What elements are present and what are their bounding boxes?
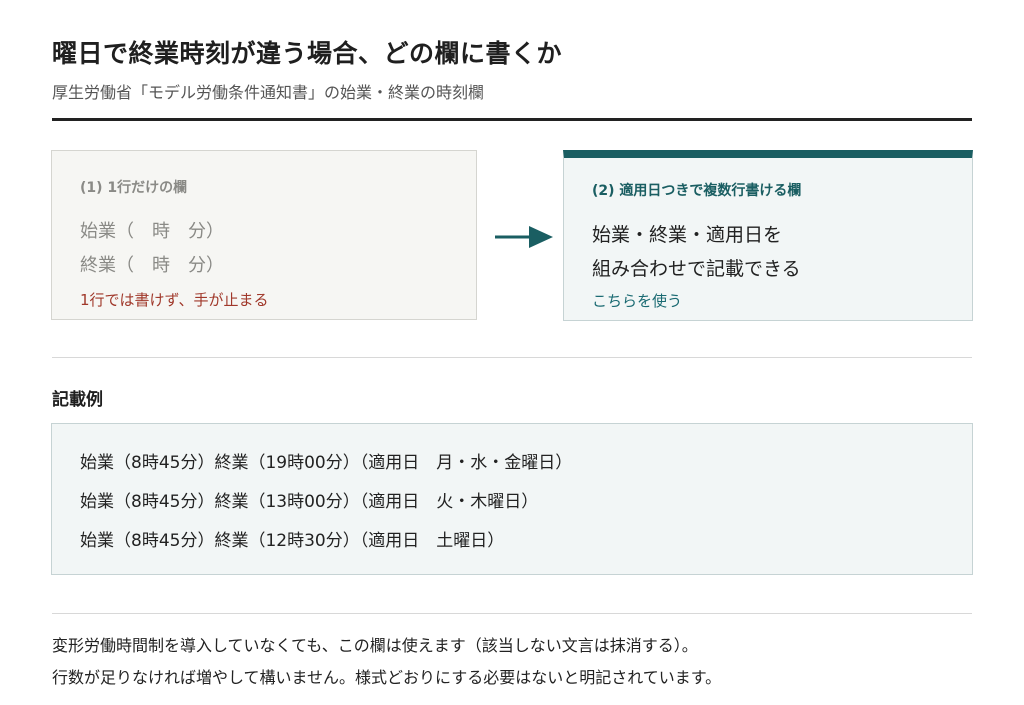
footer-note-1: 変形労働時間制を導入していなくても、この欄は使えます（該当しない文言は抹消する）… — [52, 636, 698, 655]
footer-divider — [52, 613, 972, 614]
multi-line-description-1: 始業・終業・適用日を — [592, 224, 783, 246]
page-title: 曜日で終業時刻が違う場合、どの欄に書くか — [52, 39, 563, 68]
page-subtitle: 厚生労働省「モデル労働条件通知書」の始業・終業の時刻欄 — [52, 83, 485, 102]
start-time-field: 始業（ 時 分） — [80, 221, 224, 242]
multi-line-field-panel: (2) 適用日つきで複数行書ける欄 始業・終業・適用日を 組み合わせで記載できる… — [563, 150, 973, 321]
single-line-field-panel: (1) 1行だけの欄 始業（ 時 分） 終業（ 時 分） 1行では書けず、手が止… — [51, 150, 477, 320]
multi-line-field-heading: (2) 適用日つきで複数行書ける欄 — [592, 183, 802, 199]
single-line-field-heading: (1) 1行だけの欄 — [80, 180, 188, 196]
multi-line-description-2: 組み合わせで記載できる — [592, 258, 801, 280]
example-row: 始業（8時45分）終業（13時00分）（適用日 火・木曜日） — [80, 492, 539, 512]
section-divider — [52, 357, 972, 358]
example-row: 始業（8時45分）終業（12時30分）（適用日 土曜日） — [80, 531, 505, 551]
end-time-field: 終業（ 時 分） — [80, 255, 224, 276]
example-panel: 始業（8時45分）終業（19時00分）（適用日 月・水・金曜日） 始業（8時45… — [51, 423, 973, 575]
right-arrow-icon — [495, 226, 553, 248]
use-this-note: こちらを使う — [592, 292, 683, 310]
example-row: 始業（8時45分）終業（19時00分）（適用日 月・水・金曜日） — [80, 453, 573, 473]
example-label: 記載例 — [52, 390, 103, 410]
title-divider — [52, 118, 972, 121]
single-line-warning: 1行では書けず、手が止まる — [80, 291, 269, 309]
footer-note-2: 行数が足りなければ増やして構いません。様式どおりにする必要はないと明記されていま… — [52, 668, 722, 687]
